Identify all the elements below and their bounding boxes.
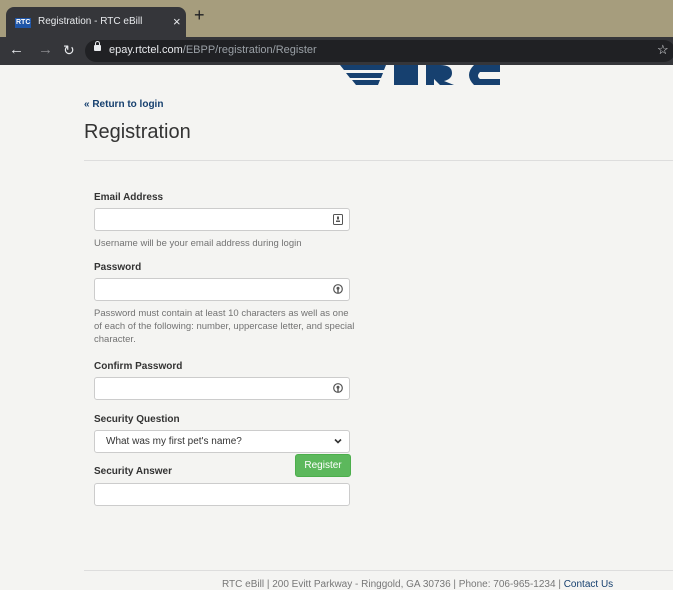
favicon-icon: RTC: [15, 18, 32, 28]
lock-icon: [94, 41, 101, 51]
security-question-label: Security Question: [94, 414, 180, 425]
confirm-password-label: Confirm Password: [94, 361, 183, 372]
security-question-value: What was my first pet's name?: [106, 436, 242, 447]
footer-divider: [84, 570, 673, 571]
bookmark-star-icon[interactable]: ☆: [657, 42, 669, 58]
contact-card-icon: [333, 214, 343, 225]
email-label: Email Address: [94, 192, 164, 203]
password-label: Password: [94, 262, 142, 273]
footer-address: RTC eBill | 200 Evitt Parkway - Ringgold…: [222, 579, 564, 590]
url-text: epay.rtctel.com/EBPP/registration/Regist…: [109, 44, 317, 56]
contact-us-link[interactable]: Contact Us: [564, 579, 613, 590]
email-field[interactable]: [94, 208, 350, 231]
url-bar[interactable]: epay.rtctel.com/EBPP/registration/Regist…: [85, 40, 673, 62]
email-help-text: Username will be your email address duri…: [94, 238, 302, 249]
reload-icon[interactable]: ↻: [63, 42, 75, 59]
browser-address-bar: ← → ↻ epay.rtctel.com/EBPP/registration/…: [0, 37, 673, 65]
chevron-down-icon: [334, 438, 342, 444]
password-manager-icon: [333, 383, 343, 393]
back-arrow-icon[interactable]: ←: [9, 41, 24, 58]
rtc-logo: [340, 65, 500, 85]
page-footer: RTC eBill | 200 Evitt Parkway - Ringgold…: [222, 579, 613, 590]
forward-arrow-icon[interactable]: →: [38, 41, 53, 58]
security-answer-field[interactable]: [94, 483, 350, 506]
security-question-select[interactable]: What was my first pet's name?: [94, 430, 350, 453]
tab-title: Registration - RTC eBill: [38, 16, 143, 27]
register-button[interactable]: Register: [295, 454, 351, 477]
page-title: Registration: [84, 121, 191, 143]
password-help-text: Password must contain at least 10 charac…: [94, 308, 355, 345]
browser-tab-bar: RTC Registration - RTC eBill × +: [0, 0, 673, 37]
return-to-login-link[interactable]: « Return to login: [84, 99, 163, 110]
security-answer-label: Security Answer: [94, 466, 172, 477]
new-tab-icon[interactable]: +: [194, 5, 205, 26]
password-manager-icon: [333, 284, 343, 294]
confirm-password-field[interactable]: [94, 377, 350, 400]
title-divider: [84, 160, 673, 161]
password-field[interactable]: [94, 278, 350, 301]
close-tab-icon[interactable]: ×: [173, 14, 181, 29]
browser-tab[interactable]: RTC Registration - RTC eBill ×: [6, 7, 186, 37]
page-content: « Return to login Registration Email Add…: [0, 65, 673, 590]
